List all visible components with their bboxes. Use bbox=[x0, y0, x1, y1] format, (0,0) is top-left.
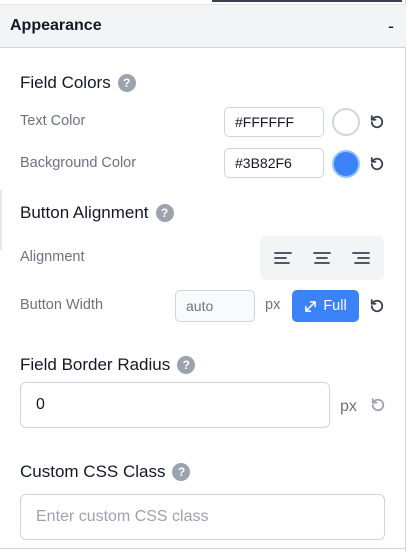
field-colors-title: Field Colors ? bbox=[20, 73, 136, 93]
alignment-label: Alignment bbox=[20, 249, 85, 265]
collapse-toggle[interactable]: - bbox=[388, 17, 394, 35]
help-icon[interactable]: ? bbox=[172, 463, 191, 481]
reset-icon[interactable] bbox=[368, 297, 386, 315]
help-icon[interactable]: ? bbox=[177, 356, 196, 374]
reset-icon[interactable] bbox=[368, 113, 386, 131]
custom-css-input[interactable] bbox=[20, 494, 385, 540]
border-radius-unit: px bbox=[340, 398, 357, 415]
button-alignment-title: Button Alignment ? bbox=[20, 203, 174, 223]
background-color-input[interactable] bbox=[224, 148, 324, 178]
divider bbox=[0, 548, 406, 549]
field-border-radius-title: Field Border Radius ? bbox=[20, 355, 196, 375]
background-color-swatch[interactable] bbox=[332, 150, 360, 178]
button-width-input[interactable] bbox=[175, 290, 255, 322]
field-border-radius-label: Field Border Radius bbox=[20, 355, 171, 374]
text-color-label: Text Color bbox=[20, 113, 86, 129]
custom-css-label: Custom CSS Class bbox=[20, 462, 166, 481]
align-right-icon bbox=[351, 252, 370, 264]
button-width-unit: px bbox=[265, 297, 281, 313]
help-icon[interactable]: ? bbox=[117, 74, 136, 92]
reset-icon[interactable] bbox=[368, 155, 386, 173]
active-tab-indicator bbox=[212, 0, 402, 2]
reset-icon[interactable] bbox=[369, 396, 387, 414]
align-left-icon bbox=[274, 252, 293, 264]
button-width-label: Button Width bbox=[20, 297, 104, 313]
help-icon[interactable]: ? bbox=[155, 204, 174, 222]
appearance-title: Appearance bbox=[10, 17, 102, 34]
align-left-button[interactable] bbox=[269, 244, 297, 272]
divider bbox=[0, 190, 2, 250]
custom-css-title: Custom CSS Class ? bbox=[20, 462, 191, 482]
align-center-button[interactable] bbox=[308, 244, 336, 272]
full-width-button[interactable]: Full bbox=[292, 290, 359, 322]
align-right-button[interactable] bbox=[347, 244, 375, 272]
full-width-label: Full bbox=[323, 298, 347, 314]
alignment-group bbox=[260, 236, 384, 280]
appearance-panel: Appearance - Field Colors ? Text Color B… bbox=[0, 0, 406, 552]
appearance-header[interactable]: Appearance - bbox=[0, 4, 406, 48]
field-colors-label: Field Colors bbox=[20, 73, 111, 92]
align-center-icon bbox=[313, 252, 331, 264]
border-radius-input[interactable] bbox=[20, 382, 330, 428]
text-color-input[interactable] bbox=[224, 107, 324, 137]
button-alignment-label: Button Alignment bbox=[20, 203, 149, 222]
expand-icon bbox=[305, 300, 317, 312]
background-color-label: Background Color bbox=[20, 155, 137, 171]
text-color-swatch[interactable] bbox=[332, 108, 360, 136]
